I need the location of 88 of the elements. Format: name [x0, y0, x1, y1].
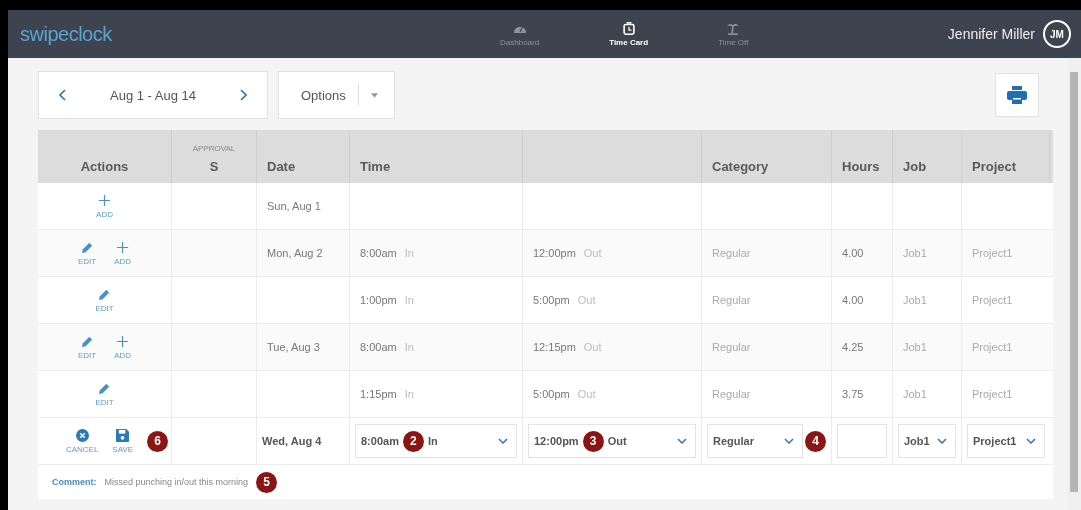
nav-tab[interactable]: Time Card	[609, 21, 649, 47]
pencil-icon	[80, 240, 94, 254]
user-name[interactable]: Jennifer Miller	[947, 26, 1035, 42]
column-header: S	[209, 159, 219, 174]
project-text: Project1	[972, 294, 1013, 306]
time-out: 12:15pm	[533, 341, 576, 353]
plus-icon	[98, 193, 111, 207]
hours-field[interactable]	[837, 424, 887, 458]
comment-label: Comment:	[52, 477, 97, 487]
column-header: Time	[360, 159, 391, 174]
column-header: Job	[903, 159, 927, 174]
punch-type: In	[404, 247, 414, 259]
project-dropdown[interactable]: Project1	[967, 424, 1045, 458]
column-header: Hours	[842, 159, 880, 174]
date-text: Tue, Aug 3	[267, 341, 320, 353]
time-in-field[interactable]: 8:00am	[361, 435, 399, 447]
options-dropdown[interactable]: Options	[278, 71, 395, 119]
scrollbar[interactable]	[1067, 58, 1081, 510]
print-button[interactable]	[995, 73, 1039, 117]
app-logo[interactable]: swipeclock	[20, 22, 500, 46]
category-text: Regular	[712, 341, 751, 353]
step-badge: 6	[147, 430, 169, 452]
time-out: 12:00pm	[533, 247, 576, 259]
job-text: Job1	[903, 294, 927, 306]
cancel-icon	[75, 428, 89, 442]
next-icon[interactable]	[239, 89, 247, 101]
category-text: Regular	[712, 247, 751, 259]
column-header: Actions	[80, 159, 129, 174]
project-text: Project1	[972, 388, 1013, 400]
hours-text: 4.00	[842, 294, 864, 306]
palm-tree-icon	[726, 21, 741, 35]
previous-icon[interactable]	[59, 89, 67, 101]
user-avatar[interactable]: JM	[1043, 20, 1071, 48]
column-header: Date	[267, 159, 296, 174]
punch-type: Out	[577, 294, 596, 306]
chevron-down-icon	[1026, 438, 1036, 444]
pencil-icon	[98, 287, 111, 301]
time-in: 1:15pm	[360, 388, 397, 400]
step-badge: 3	[582, 430, 604, 452]
chevron-down-icon	[784, 438, 794, 444]
category-text: Regular	[712, 388, 751, 400]
step-badge: 4	[805, 430, 826, 452]
plus-icon	[116, 334, 130, 348]
step-badge: 2	[402, 430, 424, 452]
punch-type: In	[404, 388, 414, 400]
chevron-down-icon	[937, 438, 947, 444]
project-text: Project1	[972, 247, 1013, 259]
caret-icon	[370, 92, 378, 98]
punch-type-dropdown[interactable]: In	[427, 435, 494, 447]
chevron-down-icon	[677, 438, 687, 444]
time-in: 8:00am	[360, 247, 397, 259]
date-text: Mon, Aug 2	[267, 247, 323, 259]
hours-text: 4.25	[842, 341, 864, 353]
stopwatch-icon	[621, 21, 636, 35]
printer-icon	[1007, 86, 1027, 104]
time-out-field[interactable]: 12:00pm	[534, 435, 579, 447]
punch-type: In	[404, 341, 414, 353]
punch-type: In	[404, 294, 414, 306]
date-range: Aug 1 - Aug 14	[110, 87, 196, 103]
step-badge: 5	[256, 471, 278, 493]
time-in: 1:00pm	[360, 294, 397, 306]
pencil-icon	[98, 381, 111, 395]
column-header: Category	[712, 159, 769, 174]
category-text: Regular	[712, 294, 751, 306]
pencil-icon	[80, 334, 94, 348]
hours-text: 3.75	[842, 388, 864, 400]
project-text: Project1	[972, 341, 1013, 353]
hours-text: 4.00	[842, 247, 864, 259]
column-header: Project	[972, 159, 1017, 174]
column-header: APPROVAL	[192, 144, 236, 153]
job-text: Job1	[903, 388, 927, 400]
job-text: Job1	[903, 341, 927, 353]
punch-type: Out	[577, 388, 596, 400]
date-text: Wed, Aug 4	[262, 435, 322, 447]
time-out: 5:00pm	[533, 294, 570, 306]
chevron-down-icon	[498, 438, 508, 444]
date-range-picker[interactable]: Aug 1 - Aug 14	[38, 71, 268, 119]
plus-icon	[116, 240, 130, 254]
punch-type: Out	[583, 341, 602, 353]
comment-text: Missed punching in/out this morning	[104, 477, 249, 487]
time-in: 8:00am	[360, 341, 397, 353]
punch-type: Out	[583, 247, 602, 259]
category-dropdown[interactable]: Regular	[707, 424, 803, 458]
punch-type-dropdown[interactable]: Out	[607, 435, 673, 447]
job-dropdown[interactable]: Job1	[898, 424, 956, 458]
job-text: Job1	[903, 247, 927, 259]
date-text: Sun, Aug 1	[267, 200, 321, 212]
time-out: 5:00pm	[533, 388, 570, 400]
